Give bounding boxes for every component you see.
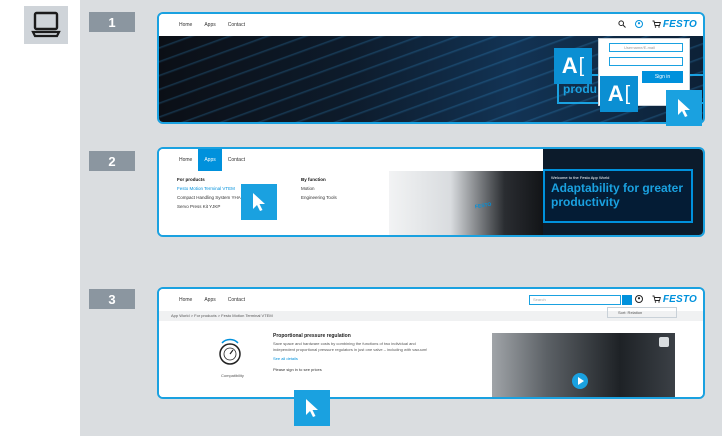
promo-headline-1: Adaptability for greater — [551, 181, 684, 195]
text-cursor-icon: A — [561, 53, 578, 78]
menu-item-compact-handling[interactable]: Compact Handling System YHA — [177, 193, 241, 202]
screen-step-2: Home Apps Contact FESTO For products Fes… — [157, 147, 705, 237]
promo-banner: Welcome to the Festo App World Adaptabil… — [543, 149, 703, 235]
step-badge-2: 2 — [89, 151, 135, 171]
nav-contact-2[interactable]: Contact — [222, 149, 251, 171]
cart-icon[interactable] — [652, 20, 661, 28]
pointer-tile-2 — [241, 184, 277, 220]
play-button[interactable] — [572, 373, 588, 389]
nav-home[interactable]: Home — [173, 14, 198, 36]
pointer-tile-1 — [666, 90, 702, 126]
search-icon[interactable] — [618, 20, 626, 28]
nav-icons-3 — [635, 295, 661, 303]
nav-home-3[interactable]: Home — [173, 289, 198, 311]
search-button[interactable] — [622, 295, 632, 305]
promo-box[interactable]: Welcome to the Festo App World Adaptabil… — [543, 169, 693, 223]
hero-promo-text: produ — [563, 82, 597, 96]
step-badge-1: 1 — [89, 12, 135, 32]
play-icon — [578, 377, 584, 385]
for-products-column: For products Festo Motion Terminal VTEM … — [177, 175, 241, 211]
pointer-icon — [306, 399, 318, 417]
by-function-heading: By function — [301, 177, 326, 182]
promo-small-text: Welcome to the Festo App World — [551, 175, 610, 180]
search-input[interactable]: Search — [529, 295, 621, 305]
price-sign-in-note[interactable]: Please sign in to see prices — [273, 367, 322, 372]
left-column — [0, 0, 80, 436]
product-video[interactable] — [492, 333, 675, 397]
nav-apps-2[interactable]: Apps — [198, 149, 222, 171]
menu-item-motion-terminal[interactable]: Festo Motion Terminal VTEM — [177, 184, 241, 193]
menu-item-motion[interactable]: Motion — [301, 184, 337, 193]
video-badge — [659, 337, 669, 347]
apps-mega-menu: For products Festo Motion Terminal VTEM … — [159, 171, 543, 235]
compatibility-label: Compatibility — [221, 373, 244, 378]
sort-dropdown[interactable]: Sort: Relation — [607, 307, 677, 318]
product-image: FESTO — [389, 171, 543, 235]
menu-item-engineering-tools[interactable]: Engineering Tools — [301, 193, 337, 202]
username-field[interactable]: Username/E-mail — [609, 43, 683, 52]
festo-logo[interactable]: FESTO — [663, 19, 697, 30]
user-icon[interactable] — [635, 20, 643, 28]
tutorial-page: 1 2 3 Home Apps Contact FESTO produ User… — [0, 0, 722, 436]
pointer-icon — [253, 193, 265, 211]
festo-logo-3[interactable]: FESTO — [663, 294, 697, 305]
by-function-column: By function Motion Engineering Tools — [301, 175, 337, 202]
nav-apps-3[interactable]: Apps — [198, 289, 221, 311]
menu-item-servo-press[interactable]: Servo Press Kit YJKP — [177, 202, 241, 211]
machine-brand: FESTO — [474, 201, 492, 211]
nav-apps[interactable]: Apps — [198, 14, 221, 36]
text-cursor-tile: A[ — [554, 48, 592, 84]
monitor-icon-tile — [24, 6, 68, 44]
text-cursor-tile-2: A[ — [600, 76, 638, 112]
product-description: Save space and hardware costs by combini… — [273, 341, 428, 352]
user-icon[interactable] — [635, 295, 643, 303]
pointer-icon — [678, 99, 690, 117]
monitor-icon — [31, 11, 61, 38]
gauge-icon — [219, 338, 241, 365]
nav-icons — [618, 20, 661, 28]
screen-step-3: Home Apps Contact Search FESTO App World… — [157, 287, 705, 399]
product-title: Proportional pressure regulation — [273, 333, 351, 339]
nav-home-2[interactable]: Home — [173, 149, 198, 171]
password-field[interactable] — [609, 57, 683, 66]
text-cursor-icon-2: A — [607, 81, 624, 106]
cart-icon[interactable] — [652, 295, 661, 303]
sign-in-button[interactable]: Sign in — [642, 71, 683, 83]
promo-headline-2: productivity — [551, 195, 620, 209]
for-products-heading: For products — [177, 177, 205, 182]
nav-contact-3[interactable]: Contact — [222, 289, 251, 311]
pointer-tile-3 — [294, 390, 330, 426]
see-all-details-link[interactable]: See all details — [273, 356, 298, 361]
nav-contact[interactable]: Contact — [222, 14, 251, 36]
step-badge-3: 3 — [89, 289, 135, 309]
